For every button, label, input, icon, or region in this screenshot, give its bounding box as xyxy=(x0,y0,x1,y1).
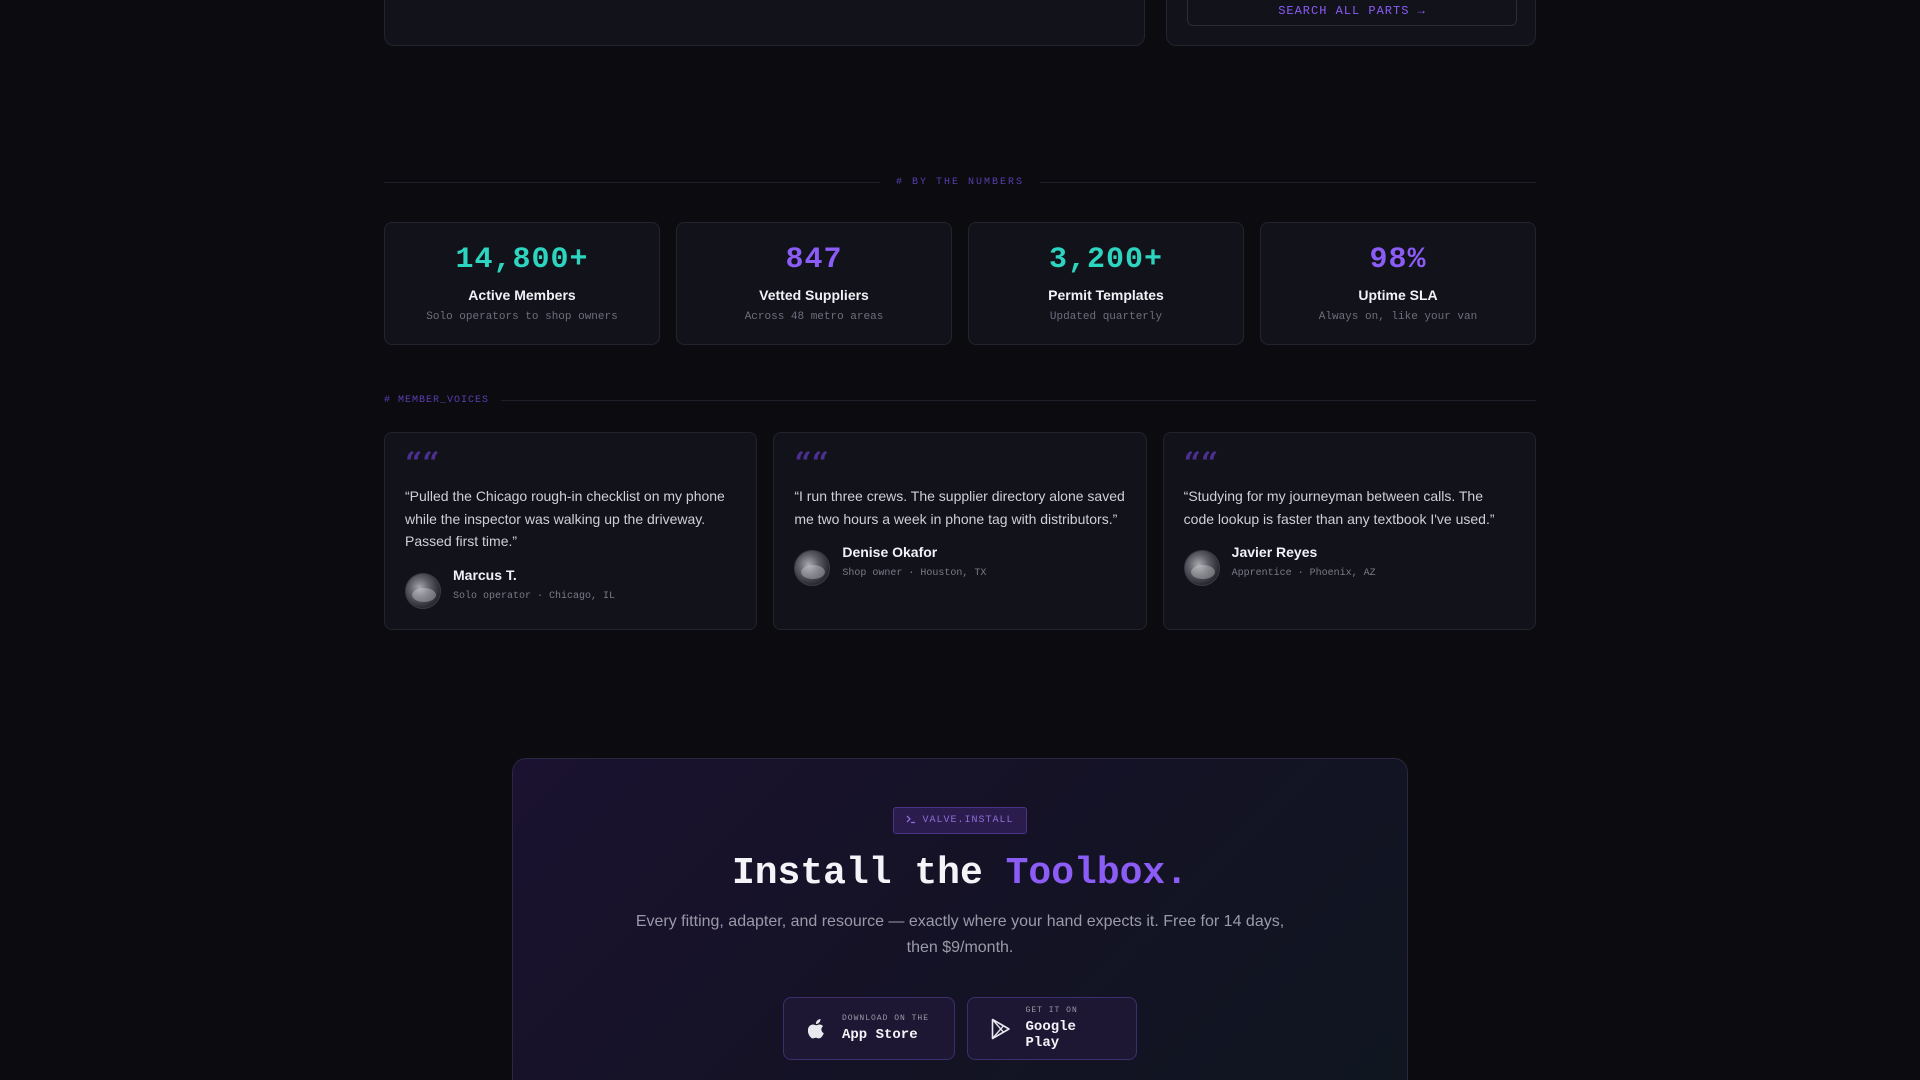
member-voices-heading: # MEMBER_VOICES xyxy=(384,390,1536,410)
quote-icon: ““ xyxy=(794,446,829,481)
cta-badge: VALVE.INSTALL xyxy=(893,807,1027,834)
author-name: Javier Reyes xyxy=(1231,544,1318,560)
stat-label: Active Members xyxy=(468,287,576,303)
cta-description: Every fitting, adapter, and resource — e… xyxy=(635,913,1285,956)
author-info: Denise Okafor Shop owner · Houston, TX xyxy=(842,544,986,579)
app-store-small-label: DOWNLOAD ON THE xyxy=(842,1014,930,1023)
author-info: Marcus T. Solo operator · Chicago, IL xyxy=(453,567,615,602)
app-store-text: DOWNLOAD ON THE App Store xyxy=(842,1014,929,1043)
app-store-label: App Store xyxy=(842,1027,918,1043)
quote-icon: ““ xyxy=(405,446,440,481)
google-play-label: Google Play xyxy=(1025,1019,1076,1051)
stat-value: 14,800+ xyxy=(455,243,589,277)
testimonial-author: Marcus T. Solo operator · Chicago, IL xyxy=(405,567,736,609)
stats-row: 14,800+ Active Members Solo operators to… xyxy=(384,222,1536,345)
author-name: Marcus T. xyxy=(453,566,517,583)
testimonial-card: ““ “Pulled the Chicago rough-in checklis… xyxy=(384,432,758,630)
stat-card-members: 14,800+ Active Members Solo operators to… xyxy=(384,222,660,345)
stat-sub: Solo operators to shop owners xyxy=(426,311,618,323)
cta-title-accent: Toolbox. xyxy=(1005,852,1189,895)
stat-label: Permit Templates xyxy=(1048,287,1164,303)
cta-title: Install the Toolbox. xyxy=(732,852,1188,895)
testimonials-row: ““ “Pulled the Chicago rough-in checklis… xyxy=(384,432,1536,630)
page: SEARCH ALL PARTS → # BY THE NUMBERS 14,8… xyxy=(0,0,1920,1080)
testimonial-quote: “Pulled the Chicago rough-in checklist o… xyxy=(405,488,725,549)
cta-badge-label: VALVE.INSTALL xyxy=(922,815,1014,826)
divider-line xyxy=(1040,181,1537,183)
stat-sub: Across 48 metro areas xyxy=(744,311,884,323)
testimonial-card: ““ “I run three crews. The supplier dire… xyxy=(773,432,1147,630)
avatar xyxy=(1183,550,1220,586)
author-name: Denise Okafor xyxy=(842,544,938,560)
store-buttons: DOWNLOAD ON THE App Store GET IT ON Goog… xyxy=(783,997,1137,1060)
google-play-button[interactable]: GET IT ON Google Play xyxy=(967,997,1137,1060)
stat-label: Vetted Suppliers xyxy=(759,287,869,303)
stat-card-uptime: 98% Uptime SLA Always on, like your van xyxy=(1260,222,1536,345)
stat-card-suppliers: 847 Vetted Suppliers Across 48 metro are… xyxy=(676,222,952,345)
author-info: Javier Reyes Apprentice · Phoenix, AZ xyxy=(1232,544,1376,579)
cta-title-main: Install the xyxy=(731,852,1006,895)
top-card-left xyxy=(384,0,1145,46)
stat-sub: Always on, like your van xyxy=(1318,311,1478,323)
google-play-text: GET IT ON Google Play xyxy=(1026,1006,1116,1051)
google-play-small-label: GET IT ON xyxy=(1025,1006,1078,1015)
by-the-numbers-heading: # BY THE NUMBERS xyxy=(384,172,1537,192)
play-icon xyxy=(990,1017,1012,1041)
search-all-parts-button[interactable]: SEARCH ALL PARTS → xyxy=(1187,0,1517,26)
testimonial-author: Denise Okafor Shop owner · Houston, TX xyxy=(794,544,1125,586)
quote-icon: ““ xyxy=(1183,446,1219,481)
avatar xyxy=(794,550,831,586)
section-label: # BY THE NUMBERS xyxy=(896,176,1025,188)
section-label: # MEMBER_VOICES xyxy=(384,394,490,406)
stat-value: 847 xyxy=(785,243,843,277)
testimonial-quote: “Studying for my journeyman between call… xyxy=(1183,488,1495,527)
avatar xyxy=(405,572,441,609)
app-store-button[interactable]: DOWNLOAD ON THE App Store xyxy=(783,997,955,1060)
divider-line xyxy=(384,181,880,183)
author-meta: Shop owner · Houston, TX xyxy=(842,568,987,579)
stat-card-templates: 3,200+ Permit Templates Updated quarterl… xyxy=(968,222,1244,345)
install-cta-panel: VALVE.INSTALL Install the Toolbox. Every… xyxy=(512,758,1408,1080)
author-meta: Solo operator · Chicago, IL xyxy=(453,590,616,602)
testimonial-author: Javier Reyes Apprentice · Phoenix, AZ xyxy=(1183,544,1515,586)
stat-value: 98% xyxy=(1369,243,1427,277)
stat-label: Uptime SLA xyxy=(1358,287,1438,303)
testimonial-quote: “I run three crews. The supplier directo… xyxy=(794,488,1125,527)
stat-sub: Updated quarterly xyxy=(1049,311,1163,323)
stat-value: 3,200+ xyxy=(1048,243,1164,277)
apple-icon xyxy=(806,1017,828,1041)
testimonial-card: ““ “Studying for my journeyman between c… xyxy=(1162,432,1536,630)
divider-line xyxy=(501,399,1536,401)
author-meta: Apprentice · Phoenix, AZ xyxy=(1231,568,1376,579)
top-card-right: SEARCH ALL PARTS → xyxy=(1166,0,1536,46)
terminal-icon xyxy=(906,814,916,828)
